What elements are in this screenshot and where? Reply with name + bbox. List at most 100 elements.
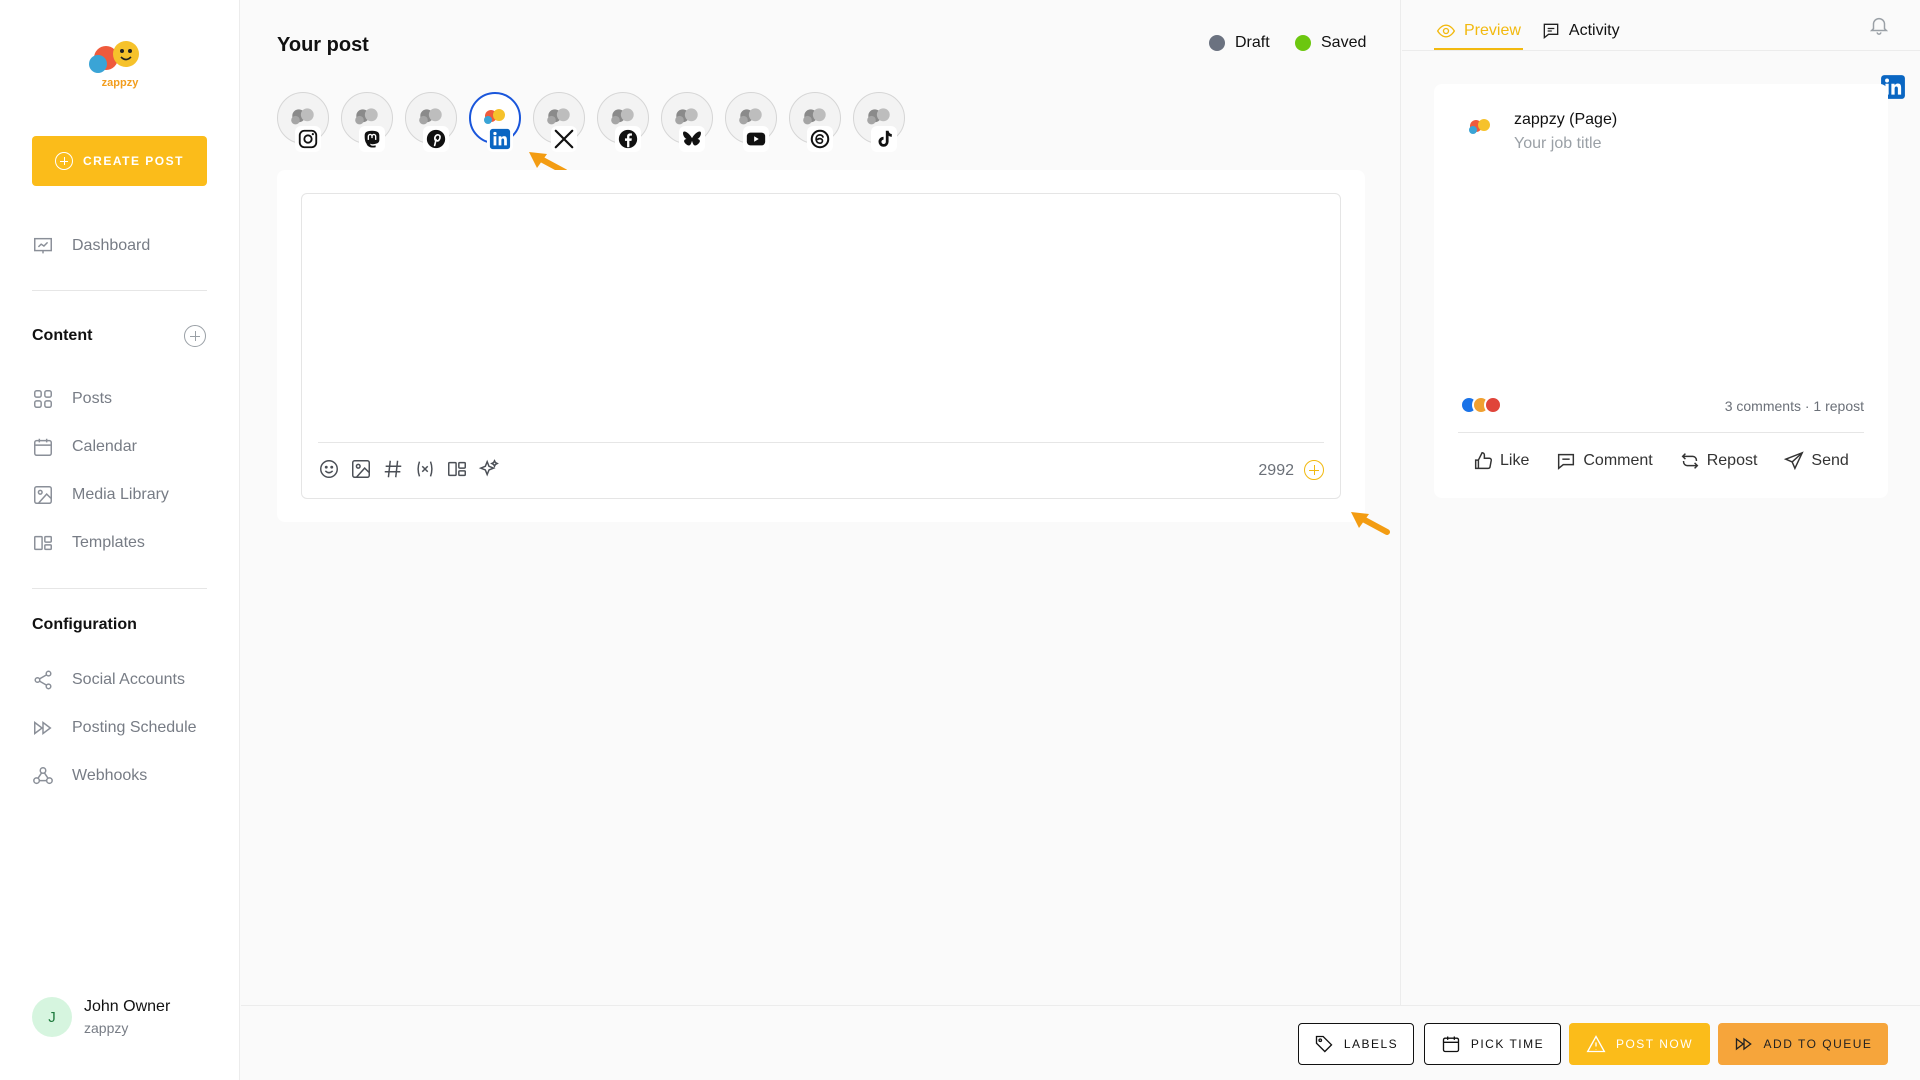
post-now-button[interactable]: POST NOW: [1569, 1023, 1710, 1065]
tab-preview[interactable]: Preview: [1434, 14, 1523, 50]
nav-media-library[interactable]: Media Library: [32, 480, 169, 510]
create-post-label: CREATE POST: [83, 154, 184, 168]
chat-icon: [1543, 23, 1559, 40]
post-now-label: POST NOW: [1615, 1037, 1694, 1051]
nav-social-accounts[interactable]: Social Accounts: [32, 665, 185, 695]
tab-preview-label: Preview: [1464, 22, 1521, 39]
nav-media-library-label: Media Library: [72, 486, 169, 503]
nav-dashboard-label: Dashboard: [72, 237, 151, 254]
tab-activity[interactable]: Activity: [1539, 14, 1622, 50]
configuration-section-title: Configuration: [32, 616, 137, 633]
account-avatar-tiktok[interactable]: [853, 92, 905, 152]
account-avatar-youtube[interactable]: [725, 92, 777, 152]
reaction-icons: [1460, 396, 1502, 414]
nav-templates[interactable]: Templates: [32, 528, 145, 558]
repost-icon: [1681, 453, 1699, 469]
hashtag-icon: [384, 460, 402, 478]
repost-action[interactable]: Repost: [1679, 450, 1758, 472]
sidebar-divider: [32, 588, 207, 589]
image-icon: [352, 460, 370, 478]
post-editor: 2992: [301, 193, 1341, 499]
send-label: Send: [1811, 452, 1849, 469]
logo-wordmark: zappzy: [102, 77, 140, 89]
add-to-queue-button[interactable]: ADD TO QUEUE: [1718, 1023, 1888, 1065]
like-label: Like: [1500, 452, 1530, 469]
account-avatar-x[interactable]: [533, 92, 585, 152]
add-variant-button[interactable]: [1304, 460, 1324, 480]
nav-webhooks-label: Webhooks: [72, 767, 148, 784]
fast-forward-icon: [1735, 1037, 1752, 1051]
tab-divider: [1402, 50, 1920, 51]
saved-label: Saved: [1321, 34, 1367, 51]
nav-calendar-label: Calendar: [72, 438, 137, 455]
preview-actions: Like Comment Repost Send: [1472, 450, 1849, 472]
template-icon: [448, 461, 466, 477]
presentation-chart-icon: [34, 237, 52, 254]
variable-icon: [417, 461, 433, 477]
linkedin-icon: [489, 128, 511, 150]
x-icon: [554, 129, 574, 149]
user-org: zappzy: [84, 1020, 129, 1036]
pinterest-icon: [426, 129, 446, 149]
fast-forward-icon: [34, 721, 52, 735]
sparkles-icon: [478, 459, 499, 477]
pick-time-button[interactable]: PICK TIME: [1424, 1023, 1561, 1065]
image-button[interactable]: [350, 458, 372, 480]
create-post-button[interactable]: CREATE POST: [32, 136, 207, 186]
nav-social-accounts-label: Social Accounts: [72, 671, 185, 688]
zappzy-logo[interactable]: zappzy: [84, 36, 156, 92]
emoji-icon: [320, 460, 338, 478]
labels-label: LABELS: [1343, 1037, 1399, 1051]
nav-posting-schedule[interactable]: Posting Schedule: [32, 713, 197, 743]
nav-calendar[interactable]: Calendar: [32, 432, 137, 462]
variable-button[interactable]: [414, 458, 436, 480]
account-avatar-mastodon[interactable]: [341, 92, 393, 152]
comment-action[interactable]: Comment: [1555, 450, 1653, 472]
user-profile[interactable]: J John Owner zappzy: [32, 997, 170, 1037]
calendar-icon: [1442, 1036, 1460, 1053]
account-avatar-linkedin[interactable]: [469, 92, 521, 152]
preview-divider: [1458, 432, 1864, 433]
nav-posts[interactable]: Posts: [32, 384, 112, 414]
post-editor-panel: Your post Draft Saved 2992: [241, 0, 1401, 1005]
sidebar: zappzy CREATE POST Dashboard Content Pos…: [0, 0, 240, 1080]
facebook-icon: [618, 129, 638, 149]
preview-tabs: Preview Activity: [1434, 14, 1622, 50]
nav-templates-label: Templates: [72, 534, 145, 551]
post-text-input[interactable]: [318, 210, 1324, 430]
nav-dashboard[interactable]: Dashboard: [32, 231, 150, 261]
editor-divider: [318, 442, 1324, 443]
account-avatar-facebook[interactable]: [597, 92, 649, 152]
add-to-queue-label: ADD TO QUEUE: [1763, 1037, 1873, 1051]
bell-icon[interactable]: [1868, 14, 1890, 36]
emoji-button[interactable]: [318, 458, 340, 480]
template-button[interactable]: [446, 458, 468, 480]
engagement-counts: 3 comments · 1 repost: [1724, 398, 1864, 414]
bluesky-icon: [683, 131, 701, 146]
character-counter: 2992: [1258, 462, 1294, 479]
labels-button[interactable]: LABELS: [1298, 1023, 1414, 1065]
eye-icon: [1436, 24, 1456, 38]
account-avatar-threads[interactable]: [789, 92, 841, 152]
ai-assist-button[interactable]: [478, 458, 500, 480]
grid-icon: [34, 390, 52, 408]
user-name: John Owner: [84, 998, 171, 1015]
repost-label: Repost: [1706, 452, 1758, 469]
like-action[interactable]: Like: [1472, 450, 1529, 472]
add-content-button[interactable]: [184, 325, 206, 347]
saved-dot-icon: [1295, 35, 1311, 51]
hashtag-button[interactable]: [382, 458, 404, 480]
warning-icon: [1586, 1035, 1606, 1053]
account-avatar-bluesky[interactable]: [661, 92, 713, 152]
account-avatar-instagram[interactable]: [277, 92, 329, 152]
send-action[interactable]: Send: [1783, 450, 1849, 472]
nav-webhooks[interactable]: Webhooks: [32, 761, 147, 791]
comment-label: Comment: [1583, 452, 1653, 469]
nav-posting-schedule-label: Posting Schedule: [72, 719, 197, 736]
preview-panel: Preview Activity zappzy (Page) Your job …: [1402, 0, 1920, 1005]
send-icon: [1784, 451, 1805, 471]
account-selector: [277, 92, 905, 152]
love-reaction-icon: [1484, 396, 1502, 414]
draft-label: Draft: [1235, 34, 1270, 51]
account-avatar-pinterest[interactable]: [405, 92, 457, 152]
